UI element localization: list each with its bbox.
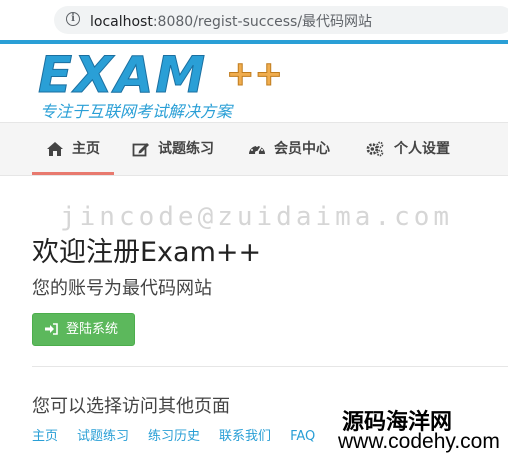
source-watermark-stamp: 源码海洋网 www.codehy.com: [336, 404, 508, 462]
watermark: jincode@zuidaima.com: [60, 202, 454, 232]
page-links: 主页 试题练习 练习历史 联系我们 FAQ: [32, 425, 334, 444]
edit-icon: [132, 143, 149, 157]
nav-item-practice[interactable]: 试题练习: [132, 123, 214, 175]
login-button-label: 登陆系统: [66, 322, 119, 337]
main-nav: 主页 试题练习 会员中心 个人设置: [0, 122, 508, 176]
link-faq[interactable]: FAQ: [290, 429, 315, 444]
site-logo[interactable]: EXAM ++ 专注于互联网考试解决方案: [37, 46, 283, 122]
browser-address-bar: i localhost:8080/regist-success/最代码网站: [0, 0, 508, 40]
logo-slogan: 专注于互联网考试解决方案: [40, 102, 233, 121]
home-icon: [47, 142, 63, 156]
nav-label-home: 主页: [72, 141, 100, 157]
other-pages-title: 您可以选择访问其他页面: [32, 396, 230, 417]
stamp-url: www.codehy.com: [338, 430, 500, 453]
top-accent-bar: [0, 40, 508, 44]
nav-item-settings[interactable]: 个人设置: [364, 123, 450, 175]
link-home[interactable]: 主页: [32, 429, 58, 444]
link-contact[interactable]: 联系我们: [219, 429, 271, 444]
sign-in-icon: [45, 323, 58, 335]
nav-item-home[interactable]: 主页: [32, 123, 114, 175]
gears-icon: [366, 141, 384, 157]
login-button[interactable]: 登陆系统: [32, 313, 135, 346]
nav-label-practice: 试题练习: [158, 141, 214, 157]
url-text[interactable]: localhost:8080/regist-success/最代码网站: [90, 11, 372, 31]
account-text: 您的账号为最代码网站: [32, 278, 212, 299]
divider: [32, 366, 508, 367]
url-path: :8080/regist-success/最代码网站: [152, 14, 373, 30]
nav-item-member[interactable]: 会员中心: [248, 123, 330, 175]
info-icon[interactable]: i: [66, 12, 80, 26]
link-practice[interactable]: 试题练习: [77, 429, 129, 444]
nav-label-settings: 个人设置: [394, 141, 450, 157]
logo-text: EXAM: [37, 46, 208, 104]
logo-plus: ++: [226, 54, 284, 95]
link-history[interactable]: 练习历史: [148, 429, 200, 444]
url-host: localhost: [90, 14, 153, 30]
url-field[interactable]: i localhost:8080/regist-success/最代码网站: [54, 6, 508, 34]
nav-label-member: 会员中心: [274, 141, 330, 157]
page-title: 欢迎注册Exam++: [32, 237, 262, 268]
dashboard-icon: [249, 145, 265, 155]
